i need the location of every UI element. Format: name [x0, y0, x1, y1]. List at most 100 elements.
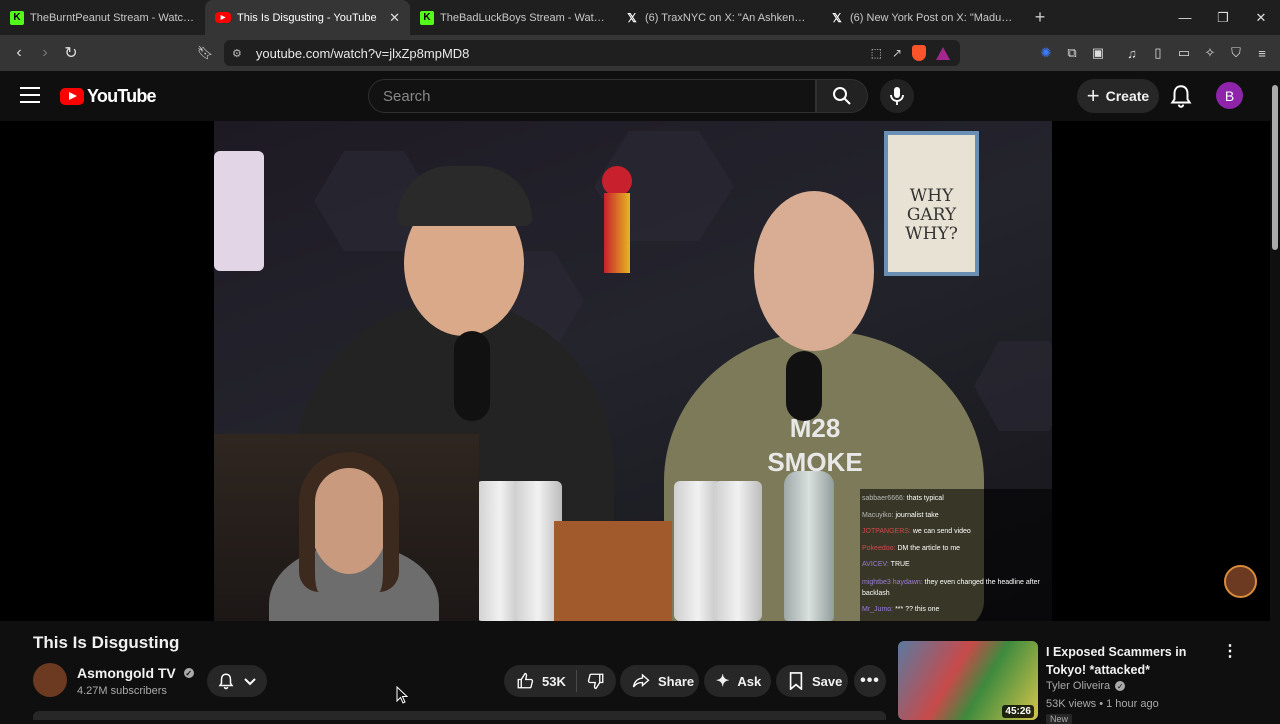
- forward-icon[interactable]: ›: [32, 40, 58, 66]
- reader-icon[interactable]: ▣: [1088, 43, 1108, 63]
- youtube-play-icon: [60, 88, 84, 105]
- chat-message: mightbe3 haydawn: they even changed the …: [862, 578, 1040, 597]
- back-icon[interactable]: ‹: [6, 40, 32, 66]
- vpn-icon[interactable]: ⛉: [1226, 43, 1246, 63]
- sidebar-icon[interactable]: ▯: [1148, 43, 1168, 63]
- site-info-icon[interactable]: ⚙: [232, 47, 242, 60]
- chat-message: JOTPANGERS: we can send video: [862, 528, 971, 535]
- video-frame[interactable]: WHY GARY WHY? M28 SMOKE sabbaer6666: tha…: [214, 121, 1052, 621]
- recommended-video-title[interactable]: I Exposed Scammers in Tokyo! *attacked*: [1046, 643, 1216, 679]
- like-dislike-group: 53K: [504, 665, 616, 697]
- youtube-icon: ▶: [215, 12, 231, 23]
- like-count[interactable]: 53K: [542, 674, 566, 689]
- chat-message: Mr_Jumo: *** ?? this one: [862, 605, 940, 613]
- create-button[interactable]: + Create: [1077, 79, 1159, 113]
- stream-chat-overlay: sabbaer6666: thats typical Macuyiko: jou…: [860, 489, 1052, 621]
- wooden-box: [554, 521, 672, 621]
- browser-tab[interactable]: 𝕏 (6) New York Post on X: "Maduro Ope: [820, 0, 1025, 35]
- extension-icon[interactable]: ✺: [1036, 43, 1056, 63]
- recommended-video-thumbnail[interactable]: 45:26: [898, 641, 1038, 720]
- background-panel: [974, 341, 1052, 431]
- more-horizontal-icon: •••: [860, 672, 880, 689]
- browser-toolbar: ‹ › ↻ 🔖︎ ⚙ youtube.com/watch?v=jlxZp8mpM…: [0, 35, 1280, 71]
- verified-icon: ✓: [1115, 681, 1126, 691]
- streamer-hair: [299, 452, 399, 592]
- bookmark-save-icon: [788, 672, 804, 690]
- podcast-mic: [454, 331, 490, 421]
- podcast-mic: [786, 351, 822, 421]
- recommended-video-meta: 53K views • 1 hour ago: [1046, 698, 1159, 710]
- share-button[interactable]: Share: [620, 665, 699, 697]
- extensions-row: ✺ ⧉ ▣ ♫ ▯ ▭ ✧ ⛉ ≡: [1036, 35, 1272, 71]
- streamer-webcam: [214, 434, 479, 621]
- x-icon: 𝕏: [832, 10, 842, 25]
- page-scrollbar[interactable]: [1270, 71, 1280, 720]
- channel-name[interactable]: Asmongold TV ✓: [77, 665, 194, 681]
- notifications-bell-icon[interactable]: [1168, 83, 1194, 109]
- music-icon[interactable]: ♫: [1122, 43, 1142, 63]
- search-input[interactable]: Search: [368, 79, 816, 113]
- search-button[interactable]: [816, 79, 868, 113]
- youtube-header: YouTube Search + Create B: [0, 71, 1280, 121]
- save-button[interactable]: Save: [776, 665, 848, 697]
- close-window-icon[interactable]: ✕: [1242, 0, 1280, 35]
- video-player[interactable]: WHY GARY WHY? M28 SMOKE sabbaer6666: tha…: [0, 121, 1270, 621]
- tab-label: (6) New York Post on X: "Maduro Ope: [850, 11, 1015, 24]
- menu-icon[interactable]: ≡: [1252, 43, 1272, 63]
- tab-label: This Is Disgusting - YouTube: [237, 11, 377, 24]
- browser-tab[interactable]: K TheBurntPeanut Stream - Watch Live: [0, 0, 205, 35]
- account-avatar[interactable]: B: [1216, 82, 1243, 109]
- new-tab-icon[interactable]: +: [1025, 7, 1055, 28]
- bookmark-icon[interactable]: 🔖︎: [192, 40, 218, 66]
- floating-channel-avatar[interactable]: [1224, 565, 1257, 598]
- puzzle-icon[interactable]: ⧉: [1062, 43, 1082, 63]
- scrollbar-thumb[interactable]: [1272, 85, 1278, 250]
- kick-icon: K: [420, 10, 434, 25]
- shirt-text: M28 SMOKE: [767, 413, 863, 477]
- wallet-icon[interactable]: ▭: [1174, 43, 1194, 63]
- subscription-notification-button[interactable]: [207, 665, 267, 697]
- more-vertical-icon[interactable]: ⋮: [1222, 643, 1238, 661]
- ask-button[interactable]: ✦ Ask: [704, 665, 771, 697]
- address-bar[interactable]: ⚙ youtube.com/watch?v=jlxZp8mpMD8 ⬚ ↗: [224, 40, 960, 66]
- chat-message: Pokeedoo: DM the article to me: [862, 544, 961, 552]
- install-icon[interactable]: ⬚: [871, 46, 882, 60]
- new-badge: New: [1046, 714, 1073, 724]
- reload-icon[interactable]: ↻: [58, 40, 84, 66]
- browser-tab[interactable]: 𝕏 (6) TraxNYC on X: "An Ashkenazi less: [615, 0, 820, 35]
- leo-ai-icon[interactable]: ✧: [1200, 43, 1220, 63]
- like-button[interactable]: [516, 672, 534, 690]
- water-bottle: [784, 471, 834, 621]
- minimize-icon[interactable]: —: [1166, 0, 1204, 35]
- brave-rewards-icon[interactable]: [936, 46, 950, 60]
- chat-message: AVICEV: TRUE: [862, 561, 910, 568]
- brave-shield-icon[interactable]: [912, 45, 926, 61]
- kick-icon: K: [10, 10, 24, 25]
- subscriber-count: 4.27M subscribers: [77, 685, 167, 697]
- chevron-down-icon: [244, 678, 256, 686]
- wall-poster: WHY GARY WHY?: [884, 131, 979, 276]
- hamburger-menu-icon[interactable]: [18, 85, 42, 105]
- tab-label: (6) TraxNYC on X: "An Ashkenazi less: [645, 11, 810, 24]
- tab-label: TheBadLuckBoys Stream - Watch Live: [440, 11, 605, 24]
- youtube-logo[interactable]: YouTube: [60, 86, 157, 107]
- video-title: This Is Disgusting: [33, 633, 180, 652]
- recommended-channel[interactable]: Tyler Oliveira ✓: [1046, 680, 1126, 692]
- shelf-figure: [214, 151, 264, 271]
- voice-search-button[interactable]: [880, 79, 914, 113]
- mouse-cursor-icon: [396, 686, 408, 704]
- share-page-icon[interactable]: ↗: [892, 46, 902, 60]
- ribbon-tail: [604, 193, 630, 273]
- host-right-head: [754, 191, 874, 351]
- description-box[interactable]: [33, 711, 886, 720]
- share-icon: [632, 672, 650, 690]
- chat-message: Macuyiko: journalist take: [862, 511, 939, 519]
- close-tab-icon[interactable]: ✕: [389, 10, 400, 26]
- browser-tab-active[interactable]: ▶ This Is Disgusting - YouTube ✕: [205, 0, 410, 35]
- channel-avatar[interactable]: [33, 663, 67, 697]
- thumbs-up-icon: [517, 672, 534, 689]
- more-actions-button[interactable]: •••: [854, 665, 886, 697]
- dislike-button[interactable]: [587, 672, 605, 690]
- restore-icon[interactable]: ❐: [1204, 0, 1242, 35]
- browser-tab[interactable]: K TheBadLuckBoys Stream - Watch Live: [410, 0, 615, 35]
